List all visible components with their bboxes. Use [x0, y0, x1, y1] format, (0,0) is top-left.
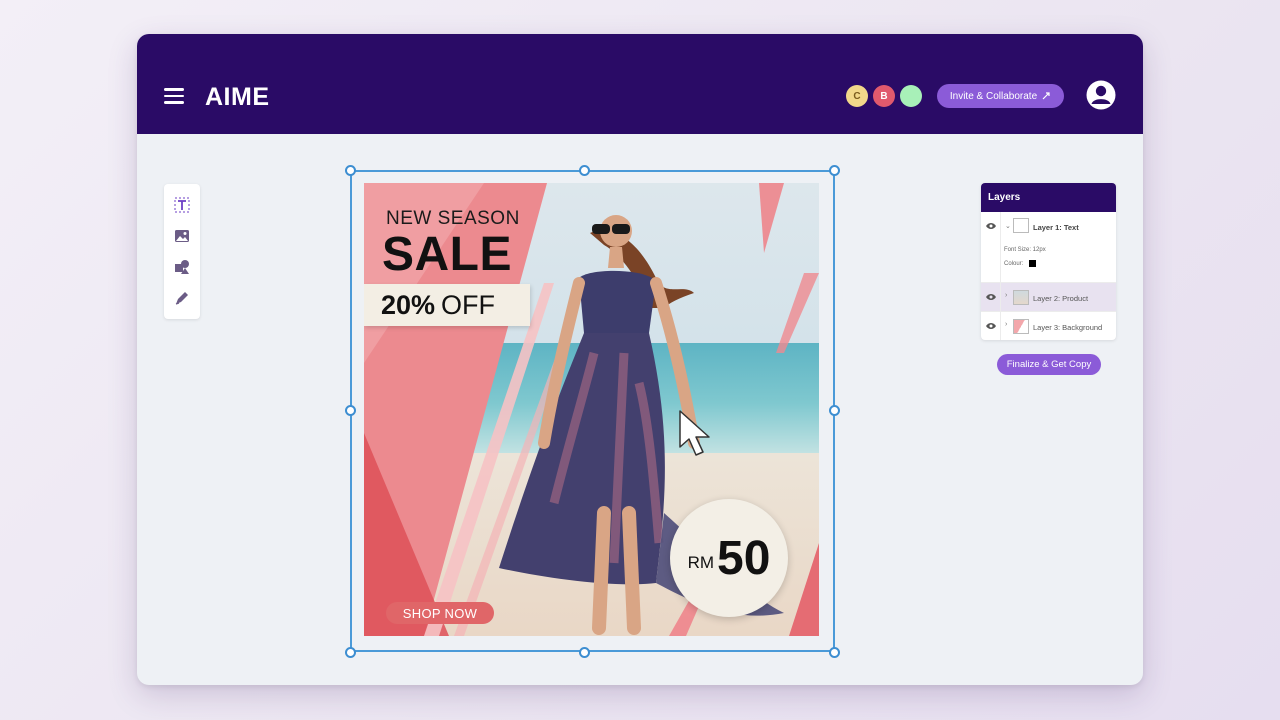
layer-divider: [1000, 283, 1001, 311]
link-icon: [1042, 92, 1050, 100]
collaborator-avatar[interactable]: B: [873, 85, 895, 107]
eye-icon[interactable]: [986, 322, 996, 330]
resize-handle-bottom[interactable]: [579, 647, 590, 658]
text-icon: [174, 197, 190, 213]
font-size-property: Font Size: 12px: [1004, 247, 1046, 253]
layer-thumbnail: [1013, 218, 1029, 233]
chevron-down-icon[interactable]: ⌄: [1005, 222, 1011, 230]
colour-swatch[interactable]: [1029, 260, 1037, 267]
invite-collaborate-button[interactable]: Invite & Collaborate: [937, 84, 1064, 108]
collaborator-avatar[interactable]: [900, 85, 922, 107]
layers-panel: Layers ⌄ Layer 1: Text Font Size: 12px C…: [981, 183, 1116, 340]
layer-thumbnail: [1013, 319, 1029, 334]
resize-handle-bottom-right[interactable]: [829, 647, 840, 658]
hamburger-menu-icon[interactable]: [164, 88, 184, 104]
resize-handle-top[interactable]: [579, 165, 590, 176]
layer-item-background[interactable]: › Layer 3: Background: [981, 311, 1116, 340]
price-badge[interactable]: RM 50: [670, 499, 788, 617]
shapes-tool[interactable]: [172, 257, 192, 277]
app-window: AIME C B Invite & Collaborate NEW SEASON…: [137, 34, 1143, 685]
app-logo: AIME: [205, 83, 270, 111]
collaborator-avatar[interactable]: C: [846, 85, 868, 107]
text-tool[interactable]: [172, 195, 192, 215]
shapes-icon: [175, 260, 189, 274]
colour-property: Colour:: [1004, 260, 1037, 268]
discount-value: 20%: [381, 289, 436, 320]
price-currency: RM: [687, 553, 715, 572]
price-amount: 50: [717, 531, 771, 585]
layer-thumbnail: [1013, 290, 1029, 305]
shop-now-button[interactable]: SHOP NOW: [386, 602, 494, 624]
mouse-pointer-icon: [679, 410, 710, 456]
poster-headline-big[interactable]: SALE: [382, 227, 512, 282]
chevron-right-icon[interactable]: ›: [1005, 292, 1007, 299]
top-bar: AIME C B Invite & Collaborate: [137, 34, 1143, 134]
layer-name: Layer 3: Background: [1033, 323, 1103, 332]
poster-canvas[interactable]: NEW SEASON SALE 20% OFF SHOP NOW RM 50: [364, 183, 819, 636]
image-tool[interactable]: [172, 226, 192, 246]
resize-handle-top-left[interactable]: [345, 165, 356, 176]
pen-tool[interactable]: [172, 288, 192, 308]
eye-icon[interactable]: [986, 222, 996, 230]
image-icon: [175, 230, 189, 242]
invite-label: Invite & Collaborate: [949, 90, 1038, 102]
layer-divider: [1000, 212, 1001, 282]
colour-label: Colour:: [1004, 261, 1024, 268]
layer-name: Layer 1: Text: [1033, 223, 1079, 232]
pen-icon: [175, 292, 188, 305]
discount-label: OFF: [441, 289, 496, 320]
finalize-get-copy-button[interactable]: Finalize & Get Copy: [997, 354, 1101, 375]
resize-handle-top-right[interactable]: [829, 165, 840, 176]
eye-icon[interactable]: [986, 293, 996, 301]
poster-discount-banner[interactable]: 20% OFF: [364, 284, 530, 326]
chevron-right-icon[interactable]: ›: [1005, 321, 1007, 328]
resize-handle-left[interactable]: [345, 405, 356, 416]
layer-item-product[interactable]: › Layer 2: Product: [981, 282, 1116, 311]
layer-name: Layer 2: Product: [1033, 294, 1089, 303]
user-avatar-icon[interactable]: [1086, 80, 1116, 110]
layer-item-text[interactable]: ⌄ Layer 1: Text Font Size: 12px Colour:: [981, 212, 1116, 282]
resize-handle-bottom-left[interactable]: [345, 647, 356, 658]
tool-palette: [164, 184, 200, 319]
layers-panel-title: Layers: [981, 183, 1116, 212]
resize-handle-right[interactable]: [829, 405, 840, 416]
layer-divider: [1000, 312, 1001, 340]
collaborator-avatars: C B: [846, 85, 922, 107]
